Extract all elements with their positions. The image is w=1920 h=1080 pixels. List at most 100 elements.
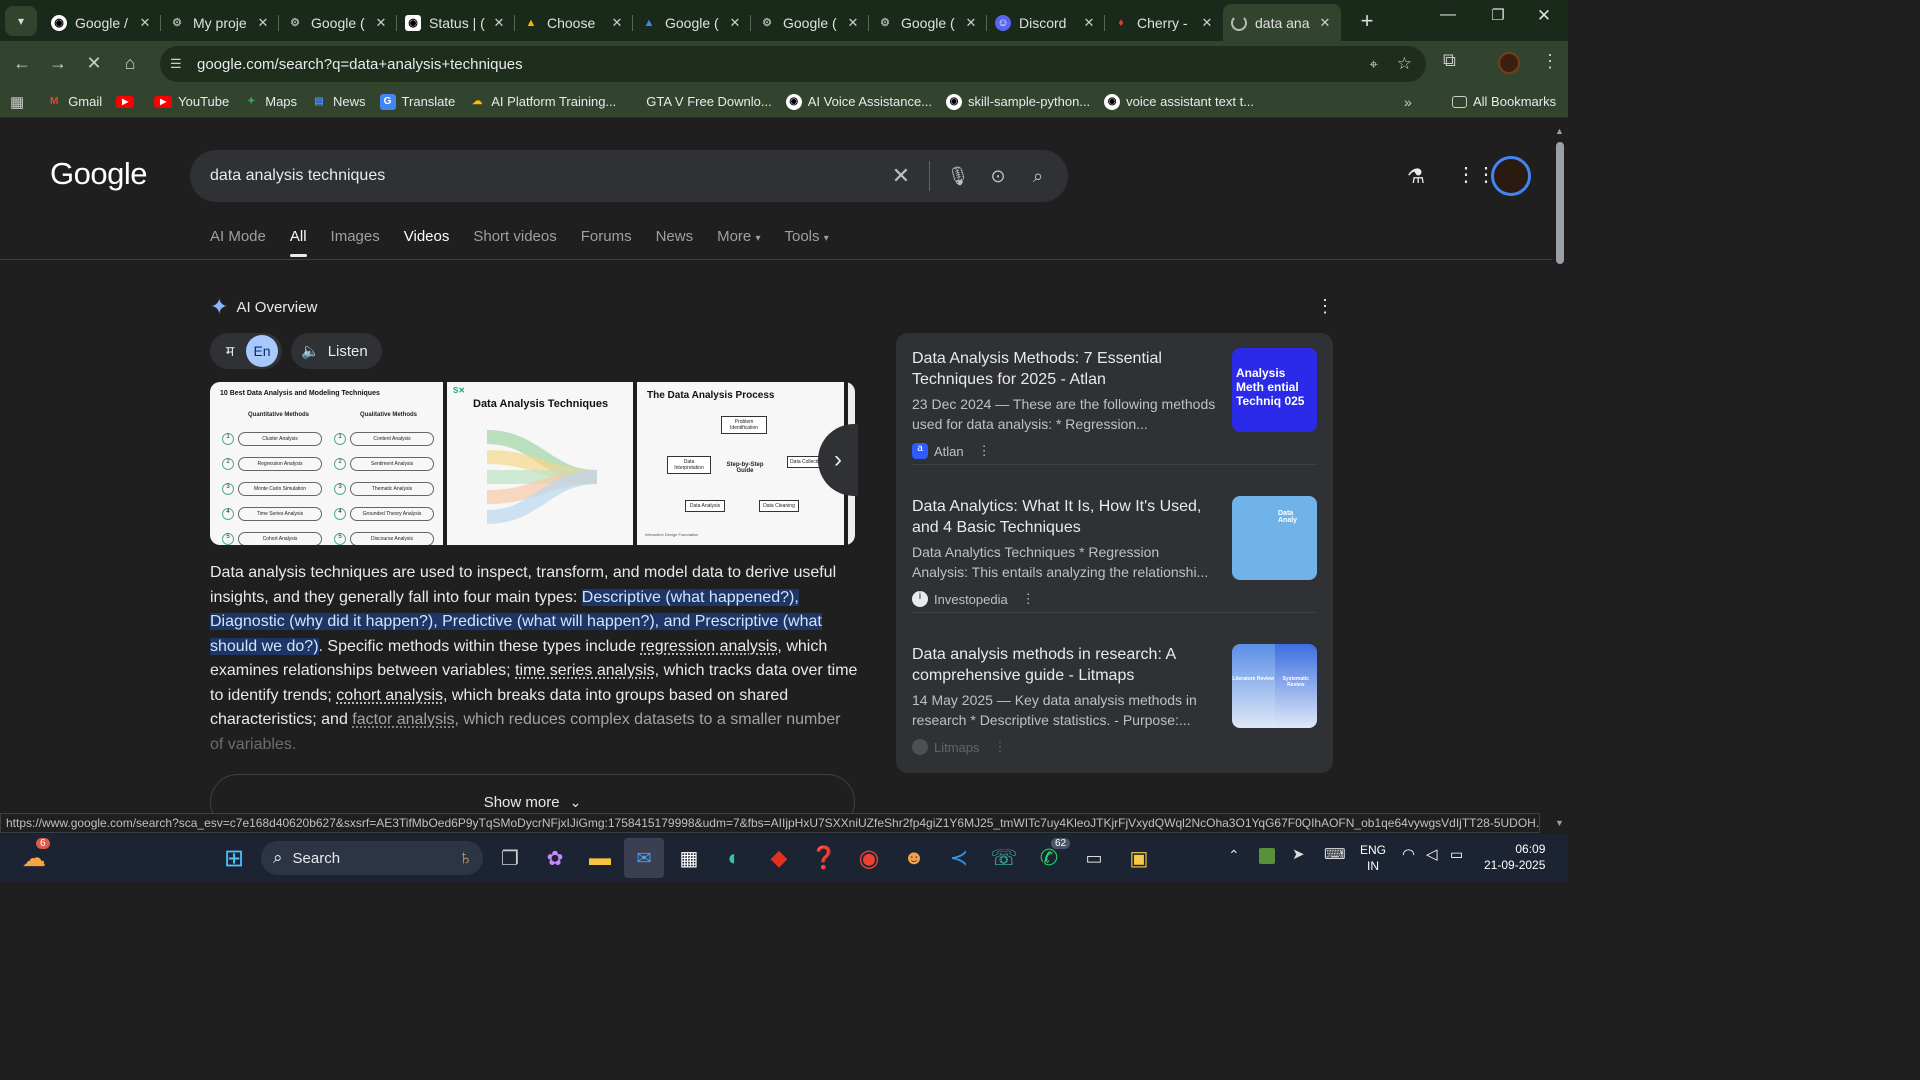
more-options-icon[interactable]: ⋮ [1022, 591, 1035, 607]
profile-avatar[interactable] [1498, 52, 1520, 74]
file-explorer-icon[interactable]: ▬ [580, 838, 620, 878]
location-icon[interactable]: ⌖ [1370, 56, 1378, 73]
listen-button[interactable]: 🔈 Listen [291, 333, 382, 369]
volume-icon[interactable]: ◁ [1426, 845, 1438, 863]
source-card[interactable]: Data analysis methods in research: A com… [912, 629, 1317, 761]
image-analysis-process[interactable]: The Data Analysis Process Problem Identi… [637, 382, 844, 545]
clock[interactable]: 06:09 21-09-2025 [1484, 841, 1545, 873]
tab-ai-mode[interactable]: AI Mode [210, 228, 266, 257]
tab-all[interactable]: All [289, 228, 307, 257]
close-icon[interactable]: ✕ [727, 15, 743, 31]
restore-button[interactable]: ❐ [1480, 6, 1516, 34]
app-red-icon[interactable]: ◆ [759, 838, 799, 878]
browser-tab[interactable]: ⚙ Google (✕ [279, 7, 397, 39]
source-card[interactable]: Data Analytics: What It Is, How It's Use… [912, 481, 1317, 613]
close-icon[interactable]: ✕ [373, 15, 389, 31]
more-options-icon[interactable]: ⋮ [978, 443, 991, 459]
whatsapp-icon[interactable]: ✆ 62 [1029, 838, 1071, 878]
vscode-icon[interactable]: ≺ [939, 838, 979, 878]
new-tab-button[interactable]: + [1351, 5, 1383, 37]
close-icon[interactable]: ✕ [1317, 15, 1333, 31]
chevron-right-icon[interactable]: » [1404, 94, 1412, 110]
apps-icon[interactable]: ▦ [10, 93, 24, 111]
source-title[interactable]: Data Analytics: What It Is, How It's Use… [912, 496, 1212, 538]
address-bar[interactable]: ☰ google.com/search?q=data+analysis+tech… [160, 46, 1426, 82]
search-box[interactable]: data analysis techniques ✕ 🎙 ⊙ ⌕ [190, 150, 1068, 202]
browser-tab[interactable]: ▲ Google (✕ [633, 7, 751, 39]
term-link[interactable]: time series analysis [515, 662, 655, 679]
image-techniques-flow[interactable]: S✕ Data Analysis Techniques [447, 382, 633, 545]
url-text[interactable]: google.com/search?q=data+analysis+techni… [197, 56, 523, 73]
term-link[interactable]: regression analysis [640, 638, 777, 655]
send-icon[interactable]: ➤ [1292, 845, 1305, 863]
tab-search-button[interactable]: ▾ [5, 5, 37, 36]
term-link[interactable]: cohort analysis [336, 687, 443, 704]
close-icon[interactable]: ✕ [609, 15, 625, 31]
stop-loading-button[interactable]: ✕ [76, 46, 112, 82]
bookmark-gta[interactable]: GTA V Free Downlo... [646, 94, 771, 109]
chrome-icon[interactable]: ◉ [849, 838, 889, 878]
mic-icon[interactable]: 🎙 [938, 156, 978, 196]
tab-tools[interactable]: Tools ▾ [784, 228, 828, 257]
browser-tab[interactable]: ▲ Choose ✕ [515, 7, 633, 39]
source-title[interactable]: Data analysis methods in research: A com… [912, 644, 1212, 686]
scroll-up-icon[interactable]: ▲ [1555, 126, 1564, 136]
bookmark-voice-assistant[interactable]: ◉ voice assistant text t... [1104, 93, 1254, 110]
bookmark-ai-platform[interactable]: ☁ AI Platform Training... [469, 94, 616, 110]
store-icon[interactable]: ▦ [669, 838, 709, 878]
source-card[interactable]: Data Analysis Methods: 7 Essential Techn… [912, 333, 1317, 465]
battery-icon[interactable]: ▭ [1450, 846, 1463, 863]
site-info-icon[interactable]: ☰ [170, 56, 182, 72]
browser-tab[interactable]: ◉ Status | (✕ [397, 7, 515, 39]
browser-tab[interactable]: ♦ Cherry - ✕ [1105, 7, 1223, 39]
scrollbar-thumb[interactable] [1556, 142, 1564, 264]
term-link[interactable]: factor analysis [352, 711, 454, 728]
keyboard-icon[interactable]: ⌨ [1324, 845, 1346, 863]
tab-more[interactable]: More ▾ [717, 228, 760, 257]
all-bookmarks[interactable]: All Bookmarks [1452, 94, 1556, 109]
account-avatar[interactable] [1491, 156, 1531, 196]
close-icon[interactable]: ✕ [845, 15, 861, 31]
tab-videos[interactable]: Videos [404, 228, 450, 257]
app-teal-icon[interactable]: ☏ [984, 838, 1024, 878]
wifi-icon[interactable]: ◠ [1402, 845, 1415, 863]
apps-grid-icon[interactable]: ⋮⋮ [1456, 162, 1496, 187]
source-thumbnail[interactable]: Data Analy [1232, 496, 1317, 580]
extensions-icon[interactable]: ⧉ [1443, 50, 1456, 71]
bookmark-star-icon[interactable]: ☆ [1397, 54, 1412, 74]
lens-icon[interactable]: ⊙ [978, 156, 1018, 196]
close-icon[interactable]: ✕ [1081, 15, 1097, 31]
back-button[interactable]: ← [4, 46, 40, 82]
source-thumbnail[interactable]: Literature Review Systematic Review [1232, 644, 1317, 728]
taskbar-search[interactable]: ⌕ Search ♄ [261, 841, 483, 875]
page-scrollbar[interactable]: ▲ ▼ [1552, 124, 1568, 834]
terminal-icon[interactable]: ▭ [1074, 838, 1114, 878]
browser-tab[interactable]: ◉ Google / ✕ [43, 7, 161, 39]
labs-icon[interactable]: ⚗ [1407, 164, 1425, 189]
more-options-icon[interactable]: ⋮ [1316, 296, 1334, 317]
browser-tab[interactable]: ⚙ Google (✕ [869, 7, 987, 39]
outlook-icon[interactable]: ✉ [624, 838, 664, 878]
bookmark-news[interactable]: ▤ News [311, 94, 365, 110]
tab-news[interactable]: News [656, 228, 694, 257]
copilot-icon[interactable]: ✿ [535, 838, 575, 878]
tray-chevron-icon[interactable]: ⌃ [1228, 847, 1240, 864]
lang-hindi[interactable]: म [214, 335, 246, 367]
menu-icon[interactable]: ⋮ [1541, 51, 1559, 72]
show-more-button[interactable]: Show more ⌄ [210, 774, 855, 814]
bookmark-gmail[interactable]: M Gmail [46, 94, 102, 110]
close-icon[interactable]: ✕ [255, 15, 271, 31]
tray-app-icon[interactable] [1259, 848, 1275, 864]
python-app-icon[interactable]: ▣ [1119, 838, 1159, 878]
bookmark-maps[interactable]: ✦ Maps [243, 94, 297, 110]
source-thumbnail[interactable]: Analysis Meth ential Techniq 025 [1232, 348, 1317, 432]
bookmark-translate[interactable]: G Translate [379, 93, 455, 110]
minimize-button[interactable]: — [1430, 6, 1466, 34]
browser-tab[interactable]: ⚙ My proje ✕ [161, 7, 279, 39]
close-icon[interactable]: ✕ [963, 15, 979, 31]
close-window-button[interactable]: ✕ [1526, 6, 1562, 34]
lang-english[interactable]: En [246, 335, 278, 367]
tab-forums[interactable]: Forums [581, 228, 632, 257]
edge-icon[interactable]: ◐ [714, 838, 754, 878]
search-icon[interactable]: ⌕ [1018, 156, 1058, 196]
